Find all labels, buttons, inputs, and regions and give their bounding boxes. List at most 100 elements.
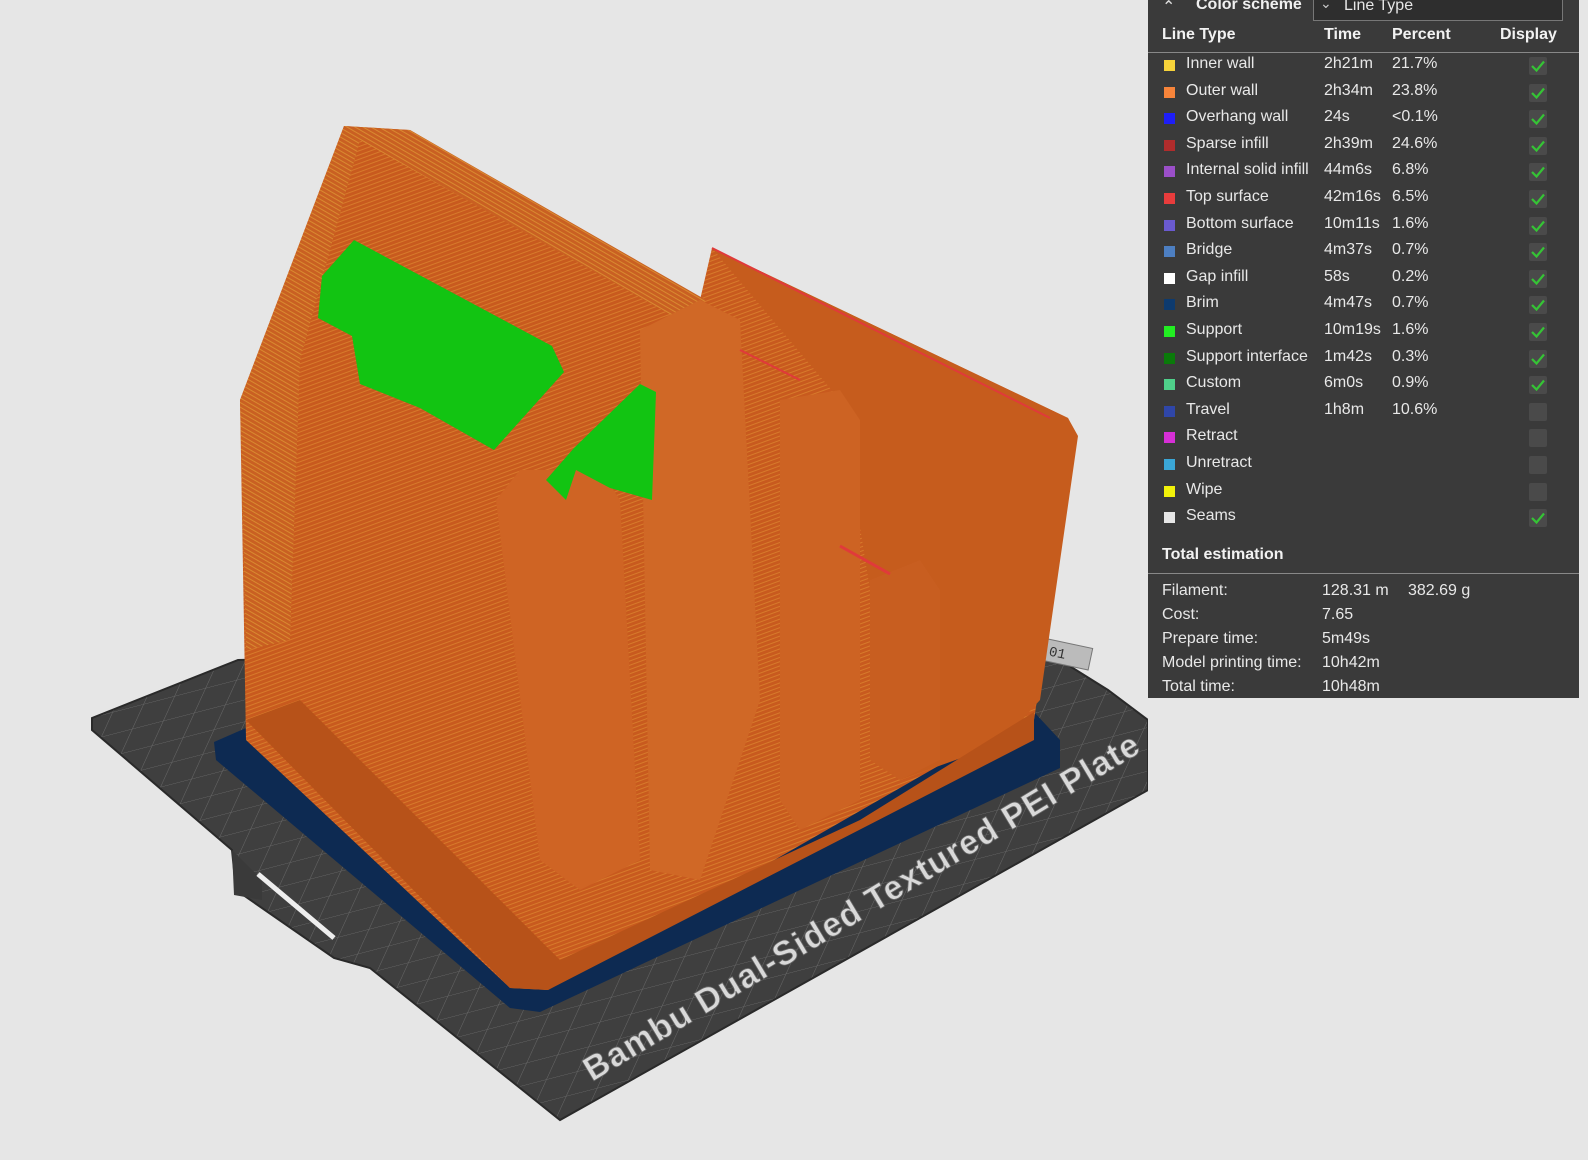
check-icon <box>1531 299 1545 312</box>
line-type-row: Bottom surface 10m11s 1.6% <box>1148 214 1579 240</box>
display-checkbox[interactable] <box>1529 137 1547 155</box>
line-type-percent: 21.7% <box>1392 55 1438 72</box>
display-checkbox[interactable] <box>1529 163 1547 181</box>
display-checkbox[interactable] <box>1529 429 1547 447</box>
line-type-name: Overhang wall <box>1186 108 1289 125</box>
display-checkbox[interactable] <box>1529 509 1547 527</box>
line-type-name: Bridge <box>1186 241 1233 258</box>
total-estimation-title: Total estimation <box>1162 546 1284 563</box>
check-icon <box>1531 193 1545 206</box>
display-checkbox[interactable] <box>1529 110 1547 128</box>
line-type-percent: 10.6% <box>1392 401 1438 418</box>
color-swatch <box>1164 432 1175 443</box>
line-type-name: Brim <box>1186 294 1219 311</box>
line-type-percent: 6.5% <box>1392 188 1429 205</box>
line-type-name: Sparse infill <box>1186 135 1269 152</box>
filament-weight: 382.69 g <box>1408 582 1471 599</box>
line-type-row: Travel 1h8m 10.6% <box>1148 400 1579 426</box>
display-checkbox[interactable] <box>1529 190 1547 208</box>
chevron-down-icon: ⌄ <box>1320 0 1332 11</box>
color-swatch <box>1164 379 1175 390</box>
line-type-name: Seams <box>1186 507 1236 524</box>
display-checkbox[interactable] <box>1529 403 1547 421</box>
line-type-row: Inner wall 2h21m 21.7% <box>1148 54 1579 80</box>
line-type-time: 1m42s <box>1324 348 1373 365</box>
header-display: Display <box>1500 26 1557 43</box>
line-type-row: Support 10m19s 1.6% <box>1148 320 1579 346</box>
check-icon <box>1531 220 1545 233</box>
double-chevron-up-icon[interactable]: ⌃ <box>1162 0 1175 17</box>
display-checkbox[interactable] <box>1529 350 1547 368</box>
color-swatch <box>1164 273 1175 284</box>
total-time-value: 10h48m <box>1322 678 1380 695</box>
line-type-percent: 0.9% <box>1392 374 1429 391</box>
color-swatch <box>1164 140 1175 151</box>
color-swatch <box>1164 326 1175 337</box>
color-swatch <box>1164 113 1175 124</box>
filament-length: 128.31 m <box>1322 582 1389 599</box>
line-type-name: Bottom surface <box>1186 215 1294 232</box>
line-type-time: 24s <box>1324 108 1350 125</box>
line-type-time: 44m6s <box>1324 161 1373 178</box>
line-type-percent: <0.1% <box>1392 108 1438 125</box>
line-type-row: Gap infill 58s 0.2% <box>1148 267 1579 293</box>
display-checkbox[interactable] <box>1529 217 1547 235</box>
color-swatch <box>1164 459 1175 470</box>
color-swatch <box>1164 246 1175 257</box>
display-checkbox[interactable] <box>1529 57 1547 75</box>
line-type-row: Custom 6m0s 0.9% <box>1148 373 1579 399</box>
header-line-type: Line Type <box>1162 26 1236 43</box>
display-checkbox[interactable] <box>1529 323 1547 341</box>
plate-number: 01 <box>1047 645 1067 664</box>
line-type-name: Custom <box>1186 374 1242 391</box>
total-time-row: Total time: 10h48m <box>1148 678 1579 702</box>
check-icon <box>1531 140 1545 153</box>
line-type-name: Support interface <box>1186 348 1308 365</box>
line-type-percent: 6.8% <box>1392 161 1429 178</box>
check-icon <box>1531 379 1545 392</box>
filament-row: Filament: 128.31 m 382.69 g <box>1148 582 1579 606</box>
display-checkbox[interactable] <box>1529 243 1547 261</box>
cost-value: 7.65 <box>1322 606 1354 623</box>
line-type-name: Travel <box>1186 401 1230 418</box>
display-checkbox[interactable] <box>1529 456 1547 474</box>
line-type-time: 6m0s <box>1324 374 1364 391</box>
check-icon <box>1531 353 1545 366</box>
line-type-percent: 0.7% <box>1392 294 1429 311</box>
line-type-time: 4m37s <box>1324 241 1373 258</box>
line-type-row: Internal solid infill 44m6s 6.8% <box>1148 160 1579 186</box>
line-type-time: 2h21m <box>1324 55 1373 72</box>
line-type-name: Internal solid infill <box>1186 161 1309 178</box>
color-swatch <box>1164 60 1175 71</box>
model-time-label: Model printing time: <box>1162 654 1302 671</box>
line-type-percent: 1.6% <box>1392 321 1429 338</box>
display-checkbox[interactable] <box>1529 84 1547 102</box>
line-type-row: Sparse infill 2h39m 24.6% <box>1148 134 1579 160</box>
line-type-row: Seams <box>1148 506 1579 532</box>
line-type-name: Outer wall <box>1186 82 1259 99</box>
color-swatch <box>1164 193 1175 204</box>
line-type-name: Inner wall <box>1186 55 1255 72</box>
color-scheme-dropdown[interactable]: ⌄ Line Type <box>1313 0 1563 21</box>
line-type-row: Brim 4m47s 0.7% <box>1148 293 1579 319</box>
line-type-time: 4m47s <box>1324 294 1373 311</box>
viewport-canvas[interactable]: Bambu Dual-Sided Textured PEI Plate 01 <box>0 0 1148 1160</box>
header-percent: Percent <box>1392 26 1451 43</box>
total-divider <box>1148 573 1579 574</box>
cost-label: Cost: <box>1162 606 1200 623</box>
display-checkbox[interactable] <box>1529 483 1547 501</box>
display-checkbox[interactable] <box>1529 296 1547 314</box>
line-type-row: Wipe <box>1148 480 1579 506</box>
line-type-time: 10m19s <box>1324 321 1381 338</box>
line-type-name: Wipe <box>1186 481 1223 498</box>
line-type-time: 42m16s <box>1324 188 1381 205</box>
line-type-name: Gap infill <box>1186 268 1249 285</box>
line-type-time: 2h34m <box>1324 82 1373 99</box>
line-type-time: 1h8m <box>1324 401 1365 418</box>
color-scheme-bar: ⌃ Color scheme ⌄ Line Type <box>1148 0 1579 24</box>
check-icon <box>1531 326 1545 339</box>
display-checkbox[interactable] <box>1529 270 1547 288</box>
header-time: Time <box>1324 26 1362 43</box>
check-icon <box>1531 87 1545 100</box>
display-checkbox[interactable] <box>1529 376 1547 394</box>
